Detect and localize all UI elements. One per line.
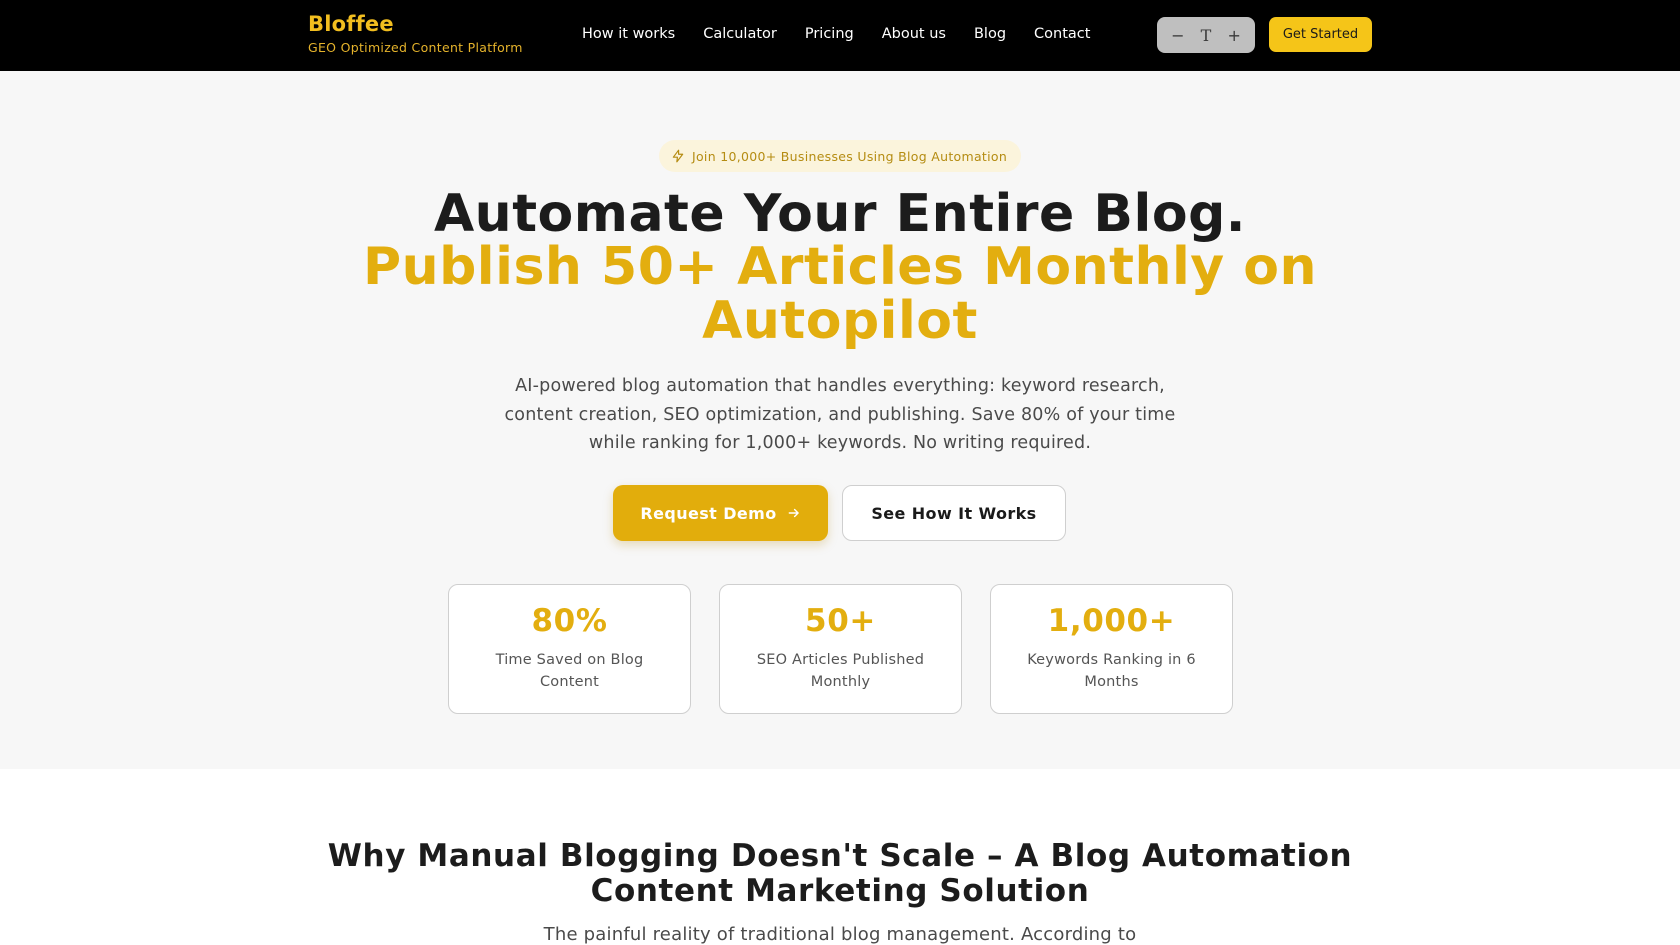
nav-link-about-us[interactable]: About us [882, 26, 946, 42]
stat-card-keywords: 1,000+ Keywords Ranking in 6 Months [990, 584, 1233, 714]
badge-text: Join 10,000+ Businesses Using Blog Autom… [692, 148, 1008, 164]
stat-value: 1,000+ [1047, 603, 1176, 639]
request-demo-button[interactable]: Request Demo [613, 485, 828, 541]
stat-label: Time Saved on Blog Content [495, 652, 644, 690]
nav-link-pricing[interactable]: Pricing [805, 26, 854, 42]
font-decrease-button[interactable]: − [1171, 26, 1184, 45]
section-title-line-2: Content Marketing Solution [590, 873, 1090, 909]
stat-card-time-saved: 80% Time Saved on Blog Content [448, 584, 691, 714]
nav-link-how-it-works[interactable]: How it works [582, 26, 675, 42]
stat-value: 80% [531, 603, 608, 639]
brand-name: Bloffee [308, 12, 394, 36]
stat-value: 50+ [805, 603, 876, 639]
lightning-icon [672, 149, 684, 163]
stat-label: SEO Articles Published Monthly [756, 652, 925, 690]
font-increase-button[interactable]: + [1228, 26, 1241, 45]
arrow-right-icon [788, 508, 799, 518]
see-how-it-works-button[interactable]: See How It Works [842, 485, 1066, 541]
get-started-button[interactable]: Get Started [1269, 17, 1372, 52]
hero-title-line-3: Autopilot [702, 291, 978, 351]
stat-label: Keywords Ranking in 6 Months [1027, 652, 1196, 690]
nav-link-contact[interactable]: Contact [1034, 26, 1090, 42]
nav-link-blog[interactable]: Blog [974, 26, 1006, 42]
hero-section: Join 10,000+ Businesses Using Blog Autom… [0, 71, 1680, 769]
section-intro: The painful reality of traditional blog … [543, 924, 1137, 945]
font-size-control: − T + [1157, 17, 1255, 53]
section-title-line-1: Why Manual Blogging Doesn't Scale – A Bl… [327, 838, 1353, 874]
nav-link-calculator[interactable]: Calculator [703, 26, 777, 42]
social-proof-badge: Join 10,000+ Businesses Using Blog Autom… [659, 140, 1022, 172]
why-manual-blogging-section: Why Manual Blogging Doesn't Scale – A Bl… [0, 769, 1680, 945]
font-type-icon[interactable]: T [1201, 26, 1212, 45]
nav-links: How it works Calculator Pricing About us… [582, 26, 1118, 42]
brand-tagline: GEO Optimized Content Platform [308, 40, 523, 55]
request-demo-label: Request Demo [640, 503, 777, 523]
top-navbar: Bloffee GEO Optimized Content Platform H… [0, 0, 1680, 71]
hero-description: AI-powered blog automation that handles … [504, 376, 1176, 453]
hero-title-line-1: Automate Your Entire Blog. [433, 184, 1247, 244]
hero-title-line-2: Publish 50+ Articles Monthly on [362, 237, 1318, 297]
stat-card-articles: 50+ SEO Articles Published Monthly [719, 584, 962, 714]
brand-logo[interactable]: Bloffee GEO Optimized Content Platform [308, 12, 523, 55]
